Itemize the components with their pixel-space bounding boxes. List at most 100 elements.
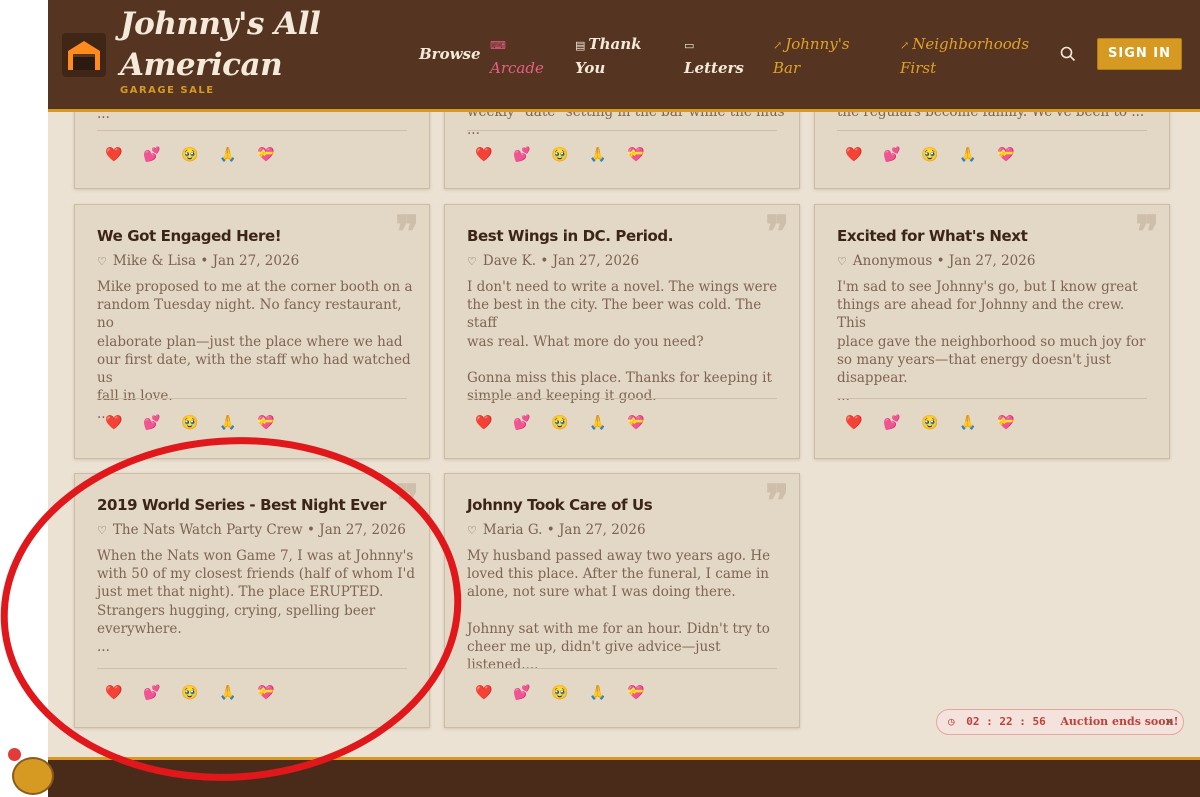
reaction-gift-heart[interactable]: 💝 <box>257 415 295 431</box>
reaction-gift-heart[interactable]: 💝 <box>627 685 665 701</box>
card-title: We Got Engaged Here! <box>97 227 282 245</box>
sign-in-button[interactable]: SIGN IN <box>1097 38 1182 70</box>
reaction-pray[interactable]: 🙏 <box>219 415 257 431</box>
card-date: Jan 27, 2026 <box>552 253 640 269</box>
testimonial-card[interactable]: ❞ Johnny Took Care of Us ♡ Maria G. • Jan… <box>444 473 800 728</box>
card-date: Jan 27, 2026 <box>319 522 406 538</box>
reaction-hearts[interactable]: 💕 <box>143 147 181 163</box>
reaction-teary-face[interactable]: 🥹 <box>921 147 959 163</box>
reaction-gift-heart[interactable]: 💝 <box>257 685 295 701</box>
nav-johnnys-bar[interactable]: ↗ Johnny's Bar <box>773 33 850 79</box>
card-author: The Nats Watch Party Crew <box>112 522 303 538</box>
quote-icon: ❞ <box>395 476 419 527</box>
reaction-heart[interactable]: ❤️ <box>105 415 143 431</box>
reaction-gift-heart[interactable]: 💝 <box>997 415 1035 431</box>
reaction-gift-heart[interactable]: 💝 <box>627 147 665 163</box>
reaction-heart[interactable]: ❤️ <box>845 147 883 163</box>
reaction-gift-heart[interactable]: 💝 <box>997 147 1035 163</box>
reaction-pray[interactable]: 🙏 <box>589 147 627 163</box>
reaction-teary-face[interactable]: 🥹 <box>181 147 219 163</box>
reaction-pray[interactable]: 🙏 <box>219 147 257 163</box>
card-divider <box>467 668 777 669</box>
card-author: Dave K. <box>482 253 537 269</box>
testimonial-card[interactable]: ❞ We Got Engaged Here! ♡ Mike & Lisa • Ja… <box>74 204 430 459</box>
brand-title-line2[interactable]: American <box>120 47 283 83</box>
card-divider <box>97 668 407 669</box>
reaction-hearts[interactable]: 💕 <box>513 147 551 163</box>
reaction-gift-heart[interactable]: 💝 <box>627 415 665 431</box>
reaction-bar: ❤️ 💕 🥹 🙏 💝 <box>105 147 295 163</box>
reaction-heart[interactable]: ❤️ <box>475 685 513 701</box>
card-meta: ♡ Dave K. • Jan 27, 2026 <box>467 253 640 269</box>
reaction-hearts[interactable]: 💕 <box>883 147 921 163</box>
reaction-pray[interactable]: 🙏 <box>589 685 627 701</box>
card-divider <box>837 398 1147 399</box>
reaction-teary-face[interactable]: 🥹 <box>181 685 219 701</box>
card-date: Jan 27, 2026 <box>948 253 1036 269</box>
card-divider <box>467 130 777 131</box>
reaction-pray[interactable]: 🙏 <box>589 415 627 431</box>
reaction-teary-face[interactable]: 🥹 <box>551 147 589 163</box>
search-icon[interactable] <box>1060 46 1076 62</box>
notification-dot <box>8 748 21 761</box>
nav-thank-you[interactable]: ▤ Thank You <box>575 33 642 79</box>
close-icon[interactable]: × <box>1165 710 1174 734</box>
card-title: 2019 World Series - Best Night Ever <box>97 496 387 514</box>
reaction-pray[interactable]: 🙏 <box>959 147 997 163</box>
reaction-hearts[interactable]: 💕 <box>513 415 551 431</box>
testimonial-card[interactable]: ❞ 2019 World Series - Best Night Ever ♡ T… <box>74 473 430 728</box>
card-meta: ♡ Mike & Lisa • Jan 27, 2026 <box>97 253 300 269</box>
reaction-hearts[interactable]: 💕 <box>883 415 921 431</box>
reaction-hearts[interactable]: 💕 <box>143 685 181 701</box>
reaction-pray[interactable]: 🙏 <box>219 685 257 701</box>
quote-icon: ❞ <box>395 207 419 258</box>
card-body: My husband passed away two years ago. He… <box>467 548 771 674</box>
nav-arcade-label: Arcade <box>490 59 544 77</box>
card-divider <box>467 398 777 399</box>
reaction-heart[interactable]: ❤️ <box>475 415 513 431</box>
reaction-teary-face[interactable]: 🥹 <box>181 415 219 431</box>
reaction-bar: ❤️ 💕 🥹 🙏 💝 <box>475 685 665 701</box>
reaction-gift-heart[interactable]: 💝 <box>257 147 295 163</box>
nav-neigh-label-line2: First <box>900 59 937 77</box>
reaction-heart[interactable]: ❤️ <box>475 147 513 163</box>
card-divider <box>97 130 407 131</box>
reaction-bar: ❤️ 💕 🥹 🙏 💝 <box>845 147 1035 163</box>
heart-outline-icon: ♡ <box>467 255 477 268</box>
nav-thank-label-line2: You <box>575 59 606 77</box>
card-author: Anonymous <box>852 253 933 269</box>
testimonial-card[interactable]: ❞ Excited for What's Next ♡ Anonymous • J… <box>814 204 1170 459</box>
heart-outline-icon: ♡ <box>97 255 107 268</box>
auction-timer-toast[interactable]: ◷ 02 : 22 : 56 Auction ends soon! × <box>936 709 1184 735</box>
nav-arcade[interactable]: ⌨ Arcade <box>490 33 544 79</box>
reaction-teary-face[interactable]: 🥹 <box>551 415 589 431</box>
site-footer <box>48 757 1200 797</box>
brand-title[interactable]: Johnny's All <box>120 6 321 42</box>
card-title: Best Wings in DC. Period. <box>467 227 674 245</box>
nav-browse[interactable]: Browse <box>419 43 481 65</box>
reaction-heart[interactable]: ❤️ <box>105 147 143 163</box>
site-header: Johnny's All American GARAGE SALE Browse… <box>48 0 1200 112</box>
reaction-pray[interactable]: 🙏 <box>959 415 997 431</box>
avatar[interactable] <box>12 757 54 795</box>
reaction-hearts[interactable]: 💕 <box>143 415 181 431</box>
card-title: Excited for What's Next <box>837 227 1028 245</box>
external-link-icon: ↗ <box>900 39 910 52</box>
card-meta: ♡ Maria G. • Jan 27, 2026 <box>467 522 646 538</box>
reaction-bar: ❤️ 💕 🥹 🙏 💝 <box>845 415 1035 431</box>
reaction-teary-face[interactable]: 🥹 <box>551 685 589 701</box>
nav-letters[interactable]: ▭ Letters <box>684 33 744 79</box>
reaction-heart[interactable]: ❤️ <box>845 415 883 431</box>
garage-icon[interactable] <box>62 33 106 77</box>
reaction-teary-face[interactable]: 🥹 <box>921 415 959 431</box>
brand-subtitle: GARAGE SALE <box>120 85 215 96</box>
reaction-heart[interactable]: ❤️ <box>105 685 143 701</box>
nav-neighborhoods-first[interactable]: ↗ Neighborhoods First <box>900 33 1029 79</box>
auction-timer: 02 : 22 : 56 <box>966 715 1046 728</box>
reaction-hearts[interactable]: 💕 <box>513 685 551 701</box>
testimonial-card[interactable]: ❞ Best Wings in DC. Period. ♡ Dave K. • J… <box>444 204 800 459</box>
nav-letters-label: Letters <box>684 59 744 77</box>
quote-icon: ❞ <box>1135 207 1159 258</box>
message-icon: ▭ <box>684 39 695 52</box>
reaction-bar: ❤️ 💕 🥹 🙏 💝 <box>105 685 295 701</box>
